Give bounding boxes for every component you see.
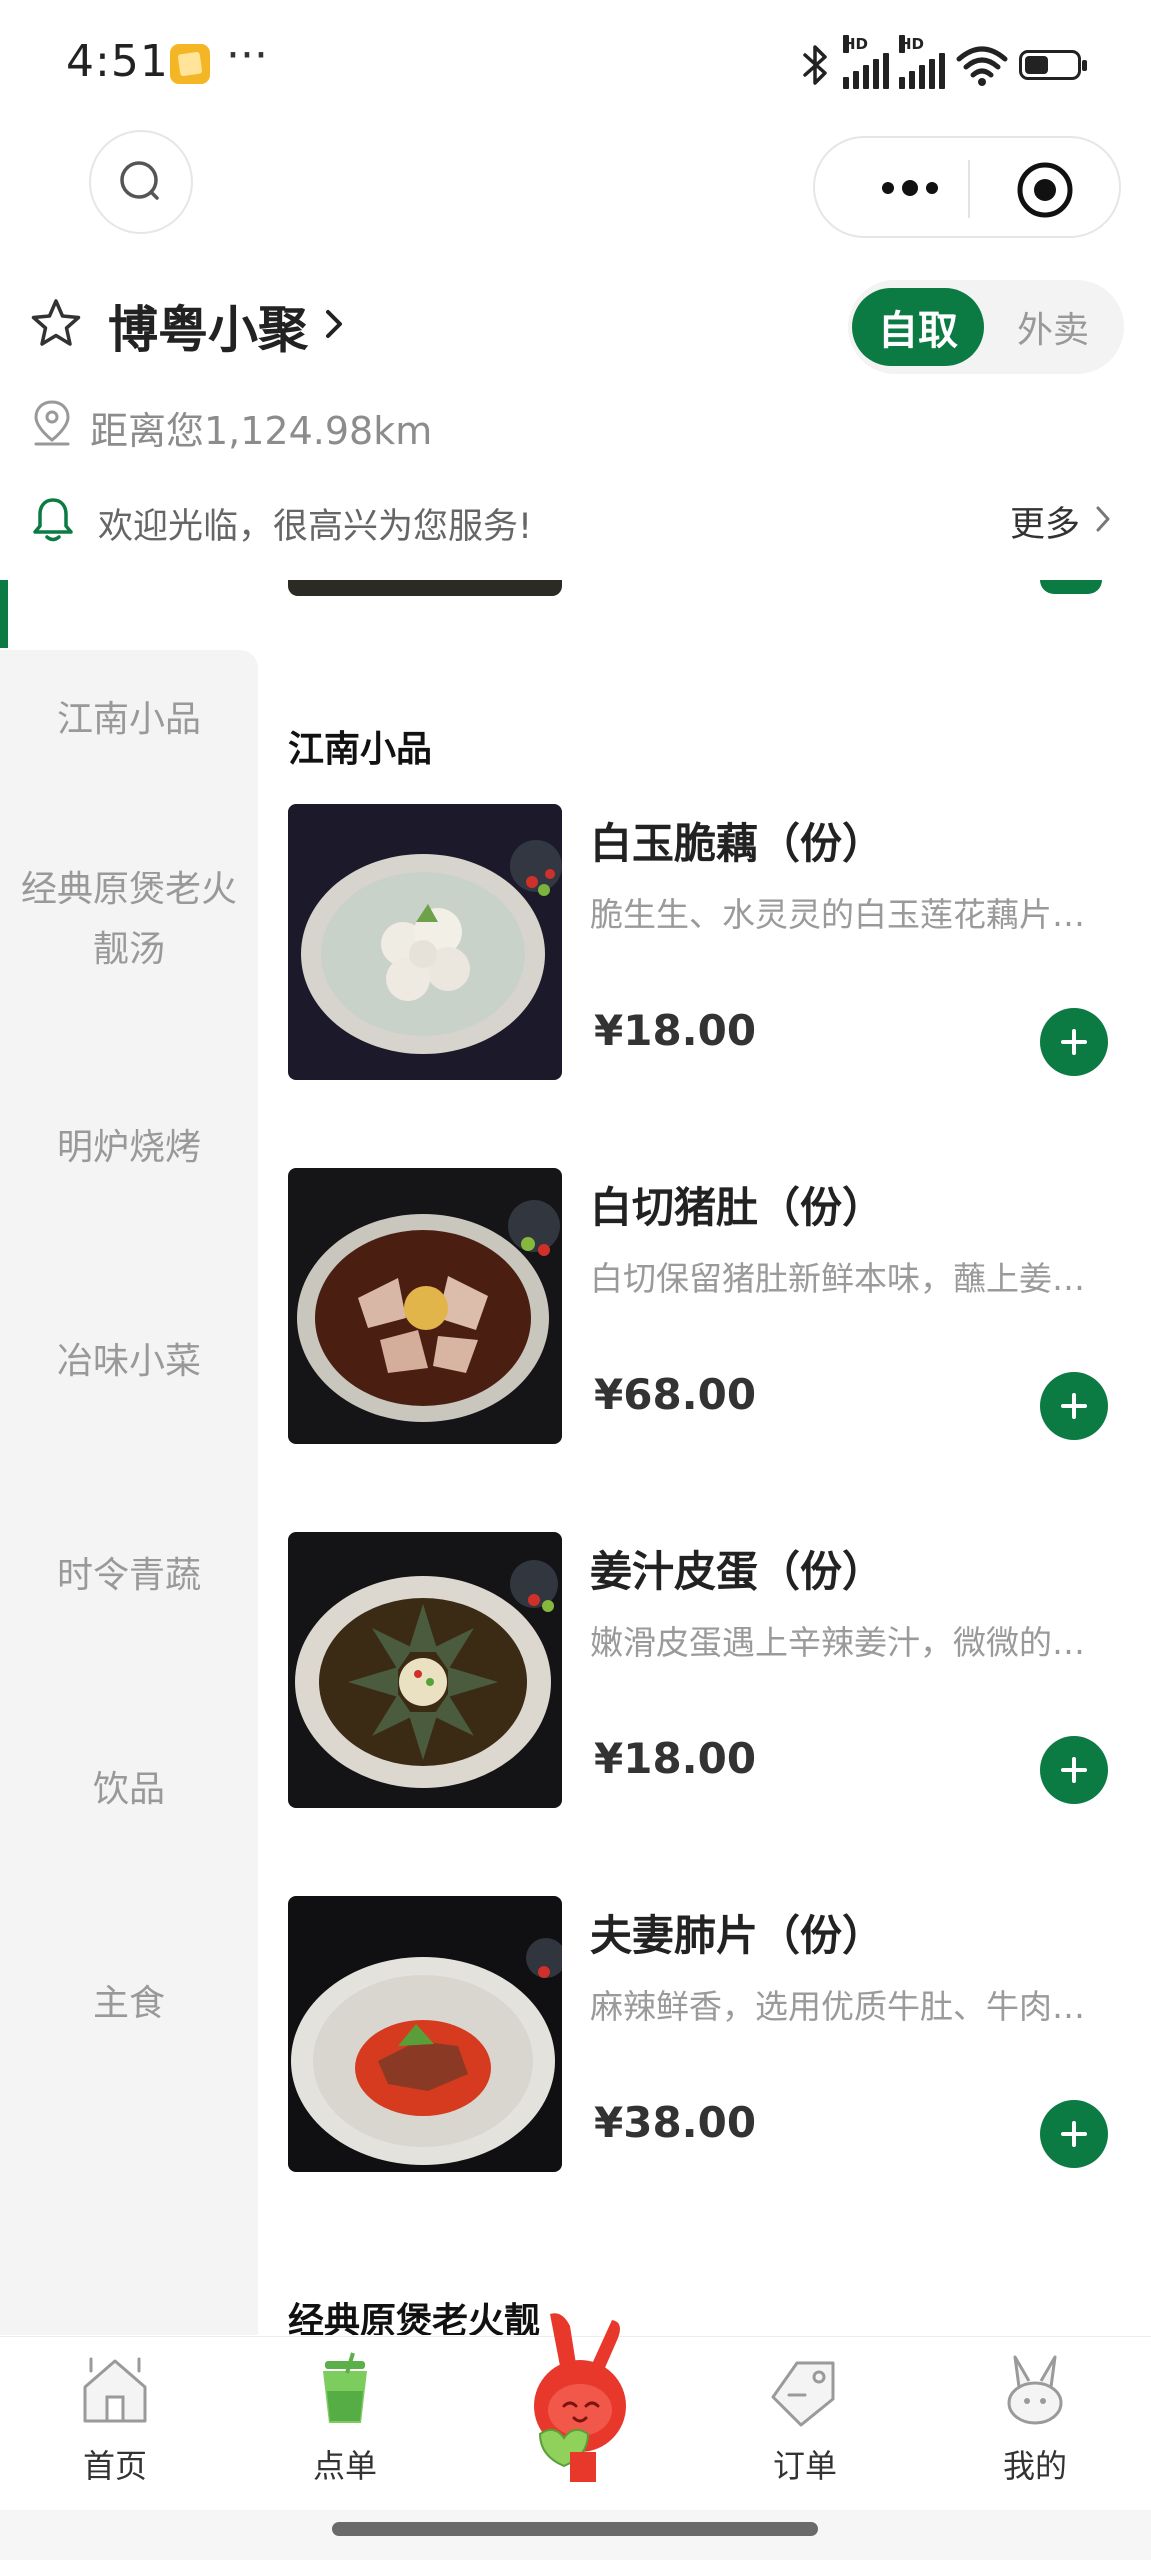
- status-more-indicator: ···: [226, 30, 268, 81]
- tab-orders[interactable]: 订单: [725, 2337, 885, 2511]
- tab-label: 点单: [312, 2447, 377, 2485]
- shop-name[interactable]: 博粤小聚: [108, 290, 308, 362]
- status-time: 4:51: [66, 36, 169, 87]
- dish-card[interactable]: 白切猪肚（份） 白切保留猪肚新鲜本味，蘸上姜葱酱汁更美味 ¥68.00: [288, 1168, 1128, 1444]
- dish-description: 脆生生、水灵灵的白玉莲花藕片，清甜爽口: [590, 895, 1110, 934]
- dish-name: 白切猪肚（份）: [590, 1183, 885, 1232]
- dish-description: 嫩滑皮蛋遇上辛辣姜汁，微微的辛香开胃: [590, 1623, 1110, 1662]
- pickup-mode-button[interactable]: 自取: [852, 288, 984, 366]
- dish-name: 白玉脆藕（份）: [590, 819, 885, 868]
- battery-icon: [1019, 50, 1087, 80]
- dish-price: ¥38.00: [594, 2098, 757, 2147]
- order-mode-toggle: 自取 外卖: [848, 280, 1124, 374]
- star-outline-icon[interactable]: [28, 296, 84, 352]
- previous-add-button[interactable]: [1040, 580, 1102, 594]
- sidebar-item-label: 靓汤: [92, 929, 165, 970]
- menu-content: 江南小品 经典原煲老火 靓汤 明炉烧烤 冶味小菜 时令青蔬 饮品 主食 江南小品: [0, 580, 1151, 2335]
- chevron-right-icon: [1096, 506, 1110, 532]
- delivery-mode-button[interactable]: 外卖: [998, 288, 1108, 366]
- sidebar-item-veggies[interactable]: 时令青蔬: [0, 1546, 258, 1606]
- tab-home[interactable]: 首页: [35, 2337, 195, 2511]
- search-icon: [120, 161, 159, 200]
- tab-order[interactable]: 点单: [265, 2337, 425, 2511]
- tab-profile[interactable]: 我的: [955, 2337, 1115, 2511]
- miniprogram-capsule: [813, 136, 1121, 238]
- category-title: 江南小品: [288, 729, 433, 770]
- signal-hd-icon: HD: [843, 35, 889, 89]
- dish-card[interactable]: 姜汁皮蛋（份） 嫩滑皮蛋遇上辛辣姜汁，微微的辛香开胃 ¥18.00: [288, 1532, 1128, 1808]
- add-to-cart-button[interactable]: [1040, 1008, 1108, 1076]
- dish-name: 姜汁皮蛋（份）: [590, 1547, 885, 1596]
- bunny-icon: [1007, 2355, 1063, 2425]
- dish-description: 麻辣鲜香，选用优质牛肚、牛肉等食材精制: [590, 1987, 1110, 2026]
- location-pin-icon: [34, 400, 70, 446]
- capsule-divider: [968, 160, 970, 218]
- dish-image[interactable]: [288, 1168, 562, 1444]
- dish-description: 白切保留猪肚新鲜本味，蘸上姜葱酱汁更美味: [590, 1259, 1110, 1298]
- dish-card[interactable]: 夫妻肺片（份） 麻辣鲜香，选用优质牛肚、牛肉等食材精制 ¥38.00: [288, 1896, 1128, 2172]
- status-icons: HD HD: [799, 35, 1087, 90]
- tab-label: 我的: [1002, 2447, 1067, 2485]
- notice-text: 欢迎光临，很高兴为您服务!: [98, 507, 533, 547]
- sidebar-item-label: 经典原煲老火: [20, 869, 237, 910]
- status-bar: 4:51 ··· HD HD: [0, 0, 1151, 130]
- notice-more-link[interactable]: 更多: [1010, 496, 1080, 547]
- sidebar-item-staples[interactable]: 主食: [0, 1974, 258, 2034]
- dish-card[interactable]: 白玉脆藕（份） 脆生生、水灵灵的白玉莲花藕片，清甜爽口 ¥18.00: [288, 804, 1128, 1080]
- signal-hd-icon: HD: [899, 35, 945, 89]
- tab-label: 首页: [82, 2447, 147, 2485]
- app-notification-icon: [170, 44, 210, 84]
- home-icon: [83, 2357, 147, 2423]
- bluetooth-icon: [803, 45, 827, 85]
- previous-dish-image: [288, 580, 562, 596]
- mascot-icon[interactable]: [500, 2306, 660, 2486]
- dish-price: ¥68.00: [594, 1370, 757, 1419]
- dish-image[interactable]: [288, 1532, 562, 1808]
- sidebar-item-soup[interactable]: 经典原煲老火 靓汤: [0, 860, 258, 980]
- cup-icon: [323, 2352, 367, 2423]
- add-to-cart-button[interactable]: [1040, 2100, 1108, 2168]
- chevron-right-icon: [326, 310, 342, 338]
- dish-name: 夫妻肺片（份）: [590, 1911, 885, 1960]
- add-to-cart-button[interactable]: [1040, 1372, 1108, 1440]
- sidebar-item-dishes[interactable]: 冶味小菜: [0, 1332, 258, 1392]
- search-button[interactable]: [89, 130, 193, 234]
- tag-icon: [771, 2361, 835, 2427]
- add-to-cart-button[interactable]: [1040, 1736, 1108, 1804]
- sidebar-active-indicator: [0, 580, 8, 648]
- sidebar-item-drinks[interactable]: 饮品: [0, 1760, 258, 1820]
- category-sidebar: 江南小品 经典原煲老火 靓汤 明炉烧烤 冶味小菜 时令青蔬 饮品 主食: [0, 650, 258, 2335]
- wifi-icon: [956, 46, 1008, 86]
- bell-icon: [33, 498, 73, 542]
- more-dots-icon[interactable]: [860, 170, 960, 206]
- home-indicator[interactable]: [332, 2522, 818, 2536]
- dish-image[interactable]: [288, 1896, 562, 2172]
- tab-label: 订单: [772, 2447, 837, 2485]
- sidebar-item-jiangnan[interactable]: 江南小品: [0, 690, 258, 750]
- dish-price: ¥18.00: [594, 1006, 757, 1055]
- dish-price: ¥18.00: [594, 1734, 757, 1783]
- target-icon[interactable]: [1015, 160, 1075, 220]
- shop-distance: 距离您1,124.98km: [90, 409, 433, 453]
- sidebar-item-bbq[interactable]: 明炉烧烤: [0, 1118, 258, 1178]
- dish-image[interactable]: [288, 804, 562, 1080]
